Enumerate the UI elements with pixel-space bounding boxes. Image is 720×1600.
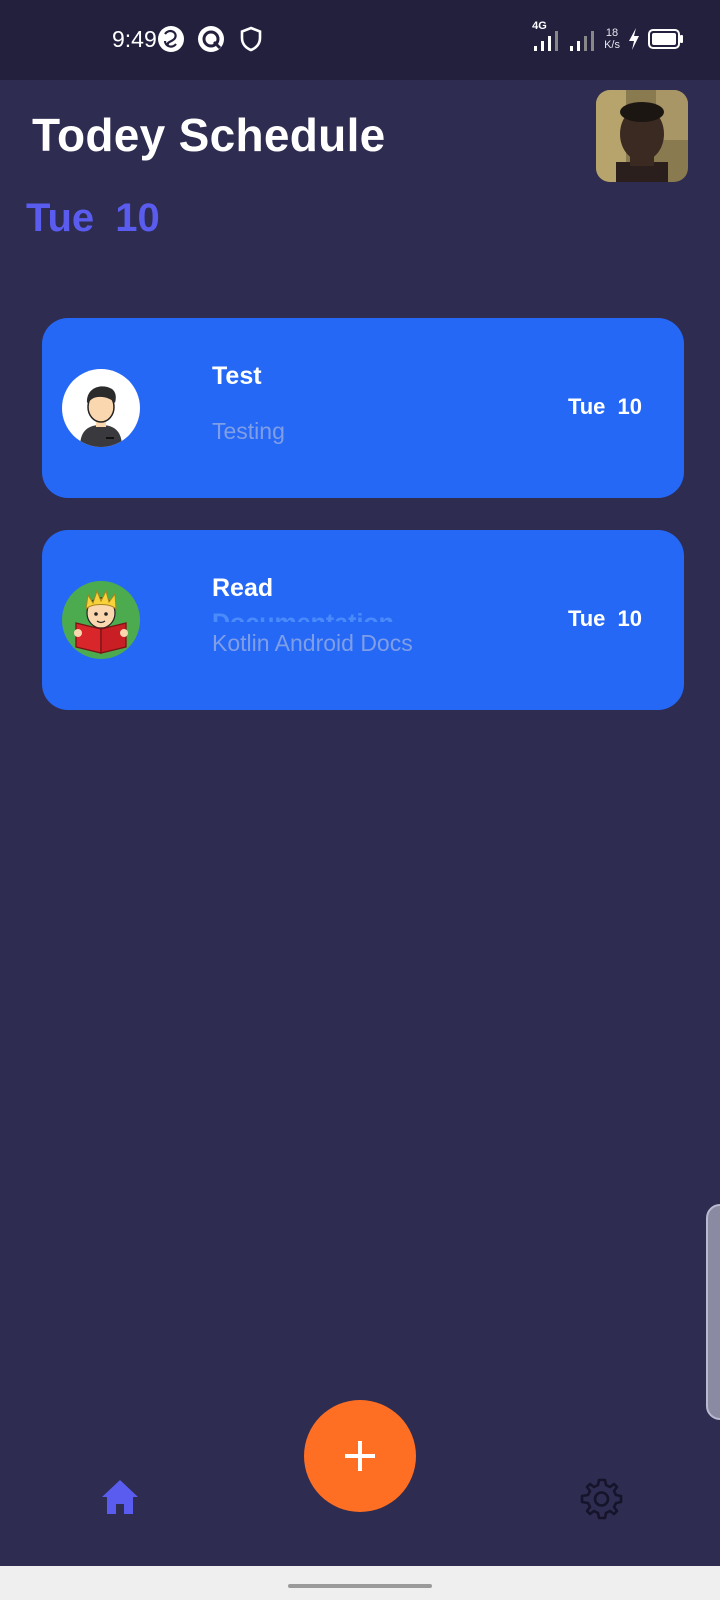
profile-avatar[interactable] [596, 90, 688, 182]
status-time: 9:49 [112, 26, 157, 52]
task-date: Tue 10 [567, 394, 642, 419]
page-title: Todey Schedule [32, 109, 386, 161]
add-task-button[interactable] [304, 1400, 416, 1512]
home-indicator[interactable] [288, 1584, 432, 1588]
network-speed: 18 K/s [604, 27, 620, 51]
charging-bolt-icon [629, 28, 639, 50]
side-edge-handle[interactable] [706, 1204, 720, 1420]
speed-value: 18 [605, 27, 619, 39]
gear-icon [580, 1478, 623, 1520]
nav-home-button[interactable] [98, 1476, 142, 1520]
reading-boy-icon [62, 581, 140, 659]
speed-unit: K/s [604, 39, 620, 51]
battery-icon [648, 29, 683, 49]
task-hidden-text: Documentation [212, 608, 412, 622]
task-title: Test [212, 362, 262, 390]
male-avatar-icon [62, 369, 140, 447]
home-icon [102, 1480, 138, 1514]
current-date: Tue 10 [26, 196, 160, 240]
shield-icon [240, 26, 262, 52]
app-swirl-icon [158, 26, 184, 52]
task-subtitle: Kotlin Android Docs [212, 630, 413, 656]
nav-settings-button[interactable] [578, 1476, 624, 1522]
task-card[interactable]: Read Documentation Kotlin Android Docs T… [42, 530, 684, 710]
network-type: 4G [532, 20, 547, 32]
status-right-group: 4G 18 K/s [532, 20, 684, 56]
signal-icon [570, 31, 595, 51]
app-q-icon [198, 26, 224, 52]
task-card[interactable]: Test Testing Tue 10 [42, 318, 684, 498]
task-title: Read [212, 574, 274, 602]
system-navigation-bar [0, 1566, 720, 1600]
avatar-photo-image [596, 90, 688, 182]
signal-4g: 4G [532, 20, 562, 54]
plus-icon [345, 1441, 375, 1471]
task-date: Tue 10 [567, 606, 642, 631]
status-bar: 9:49 4G 18 K/s [0, 0, 720, 80]
task-subtitle: Testing [212, 418, 285, 444]
